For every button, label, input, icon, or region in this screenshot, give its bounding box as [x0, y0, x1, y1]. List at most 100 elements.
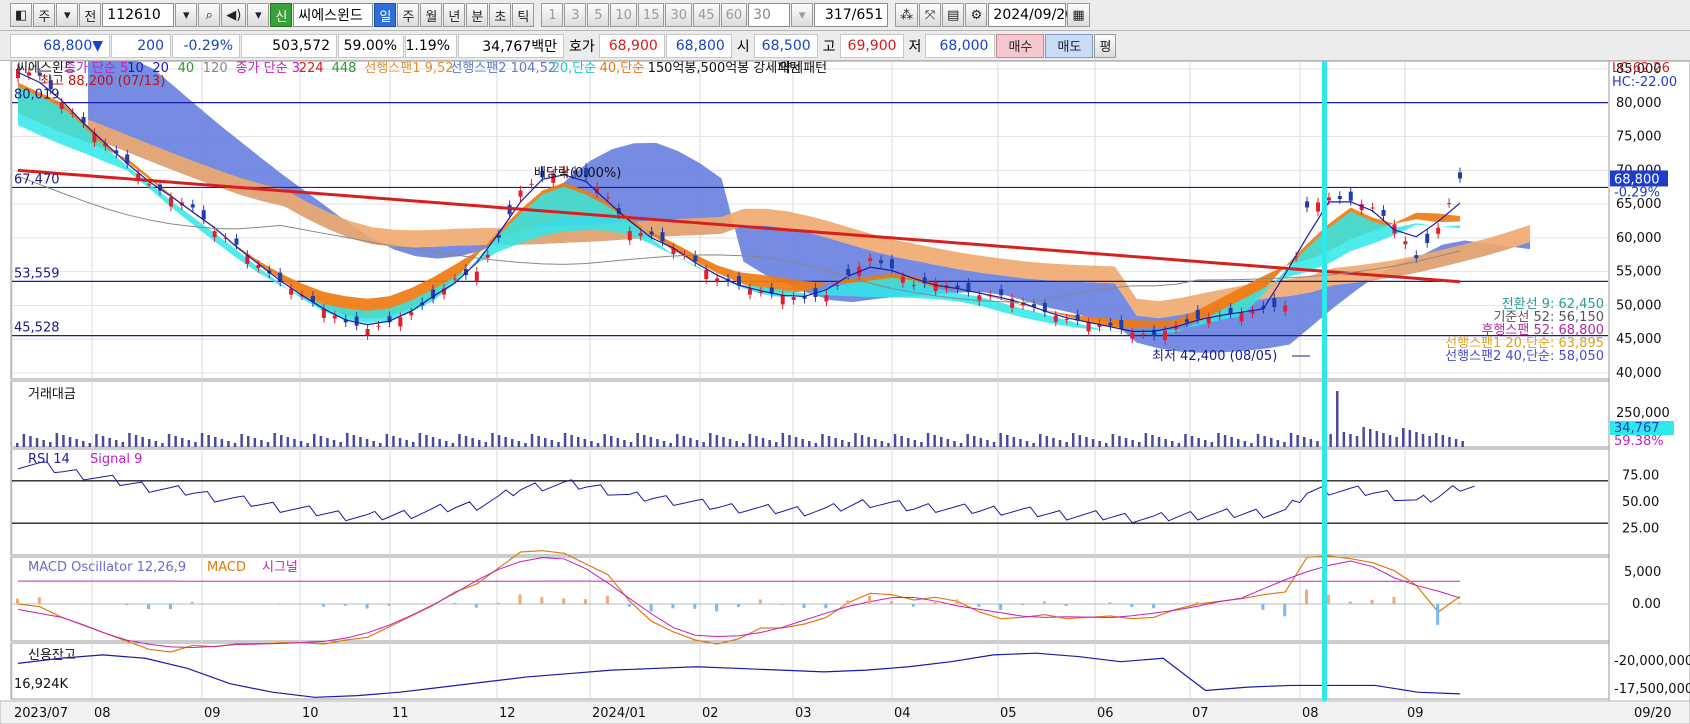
amount-bar	[352, 435, 356, 447]
ratio1-value: 59.00%	[338, 33, 404, 58]
calendar-icon[interactable]: ▦	[1067, 3, 1090, 27]
dropdown-icon[interactable]: ▾	[56, 3, 79, 27]
interval-3-button[interactable]: 3	[564, 3, 587, 27]
candle-body	[1447, 203, 1452, 205]
amount-bar	[1065, 442, 1068, 447]
speaker-dropdown-icon[interactable]: ▾	[247, 3, 270, 27]
average-button[interactable]: 평	[1094, 33, 1117, 58]
amount-bar	[801, 439, 804, 447]
interval-30-button[interactable]: 30	[665, 3, 693, 27]
candle-body	[1337, 196, 1342, 200]
amount-bar	[1388, 435, 1392, 447]
period-tick-button[interactable]: 틱	[512, 3, 535, 27]
speaker-icon[interactable]: ◀)	[221, 3, 247, 27]
interval-1-button[interactable]: 1	[541, 3, 564, 27]
candle-body	[1130, 332, 1135, 339]
macd-histogram-bar	[933, 600, 937, 604]
amount-bar	[1270, 438, 1273, 447]
amount-bar	[478, 440, 481, 447]
interval-dropdown-icon[interactable]: ▾	[791, 3, 814, 27]
amount-bar	[95, 434, 98, 447]
amount-bar	[101, 436, 105, 447]
period-second-button[interactable]: 초	[489, 3, 512, 27]
amount-bar	[913, 440, 917, 447]
amount-bar	[1197, 438, 1200, 447]
macd-histogram-bar	[1261, 604, 1265, 610]
period-minute-button[interactable]: 분	[466, 3, 489, 27]
amount-bar	[616, 438, 620, 447]
amount-bar	[847, 442, 851, 447]
credit-badge: 신	[270, 3, 293, 27]
amount-bar	[148, 439, 151, 447]
amount-bar	[728, 439, 732, 447]
amount-bar	[293, 439, 296, 447]
count-field[interactable]: 317/651	[814, 3, 889, 27]
amount-bar	[1058, 440, 1062, 447]
level-label-2: 53,559	[14, 266, 60, 281]
stock-chart[interactable]: 거래대금250,00034,76759.38%RSI 14 Signal 975.…	[0, 61, 1690, 724]
save-icon[interactable]: ▤	[942, 3, 965, 27]
macd-histogram-bar	[1370, 600, 1374, 604]
layout-icon[interactable]: ◧	[10, 3, 33, 27]
legend-item-10: 선행스팬2 104,52	[450, 61, 556, 76]
interval-15-button[interactable]: 15	[637, 3, 665, 27]
macd-histogram-bar	[889, 601, 893, 604]
amount-bar	[418, 433, 422, 447]
amount-bar	[141, 437, 144, 447]
amount-bar	[808, 441, 811, 447]
candle-body	[868, 258, 873, 262]
amount-bar	[682, 436, 686, 447]
period-monthly-button[interactable]: 월	[420, 3, 443, 27]
macd-histogram-bar	[1130, 604, 1134, 607]
interval-45-button[interactable]: 45	[693, 3, 720, 27]
amount-bar	[511, 439, 514, 447]
amount-bar	[1171, 441, 1174, 447]
period-second-label: 초	[494, 9, 507, 25]
legend-item-8: 448	[332, 61, 357, 76]
candle-body	[1141, 334, 1146, 336]
amount-bar	[570, 435, 573, 447]
candle-settings-icon[interactable]: ⁂	[895, 3, 919, 27]
buy-button[interactable]: 매수	[996, 33, 1045, 58]
macd-histogram-bar	[168, 604, 172, 610]
amount-bar	[392, 436, 395, 447]
amount-bar	[247, 436, 250, 447]
amount-bar	[365, 439, 369, 447]
prev-button[interactable]: 전	[79, 3, 102, 27]
cursor-line[interactable]	[1322, 61, 1327, 701]
period-select[interactable]: 주	[33, 3, 56, 27]
amount-bar	[332, 440, 336, 447]
amount-bar	[907, 438, 910, 447]
period-weekly-button[interactable]: 주	[397, 3, 420, 27]
amount-bar	[1454, 439, 1458, 447]
period-daily-button[interactable]: 일	[374, 3, 397, 27]
bid-value: 68,800	[665, 33, 732, 58]
gear-icon[interactable]: ⚙	[965, 3, 988, 27]
sell-button[interactable]: 매도	[1045, 33, 1094, 58]
crosshair-icon[interactable]: ⤧	[919, 3, 942, 27]
code-dropdown-icon[interactable]: ▾	[175, 3, 198, 27]
quote-bar: 68,800▼ 200 -0.29% 503,572 59.00% 1.19% …	[0, 31, 1690, 61]
interval-input[interactable]: 30	[748, 3, 791, 27]
amount-bar	[1217, 433, 1220, 447]
period-yearly-button[interactable]: 년	[443, 3, 466, 27]
ratio2-value: 1.19%	[405, 33, 457, 58]
date-input[interactable]: 2024/09/20	[988, 3, 1074, 27]
stock-code-input[interactable]: 112610	[102, 3, 175, 27]
amount-bar	[761, 438, 765, 447]
amount-bar	[62, 435, 65, 447]
candle-body	[933, 281, 938, 291]
search-icon[interactable]: ⌕	[198, 3, 221, 27]
stock-name-field[interactable]: 씨에스윈드	[293, 3, 374, 27]
level-label-1: 67,470	[14, 172, 60, 187]
amount-bar	[1151, 435, 1154, 447]
interval-5-button[interactable]: 5	[587, 3, 610, 27]
amount-bar	[1415, 432, 1418, 447]
amount-bar	[240, 434, 243, 447]
candle-body	[1228, 307, 1233, 314]
interval-10-button[interactable]: 10	[610, 3, 637, 27]
candle-body	[1436, 227, 1441, 234]
x-axis-label-13: 08	[1302, 706, 1319, 721]
interval-60-button[interactable]: 60	[720, 3, 748, 27]
amount-bar	[610, 436, 613, 447]
